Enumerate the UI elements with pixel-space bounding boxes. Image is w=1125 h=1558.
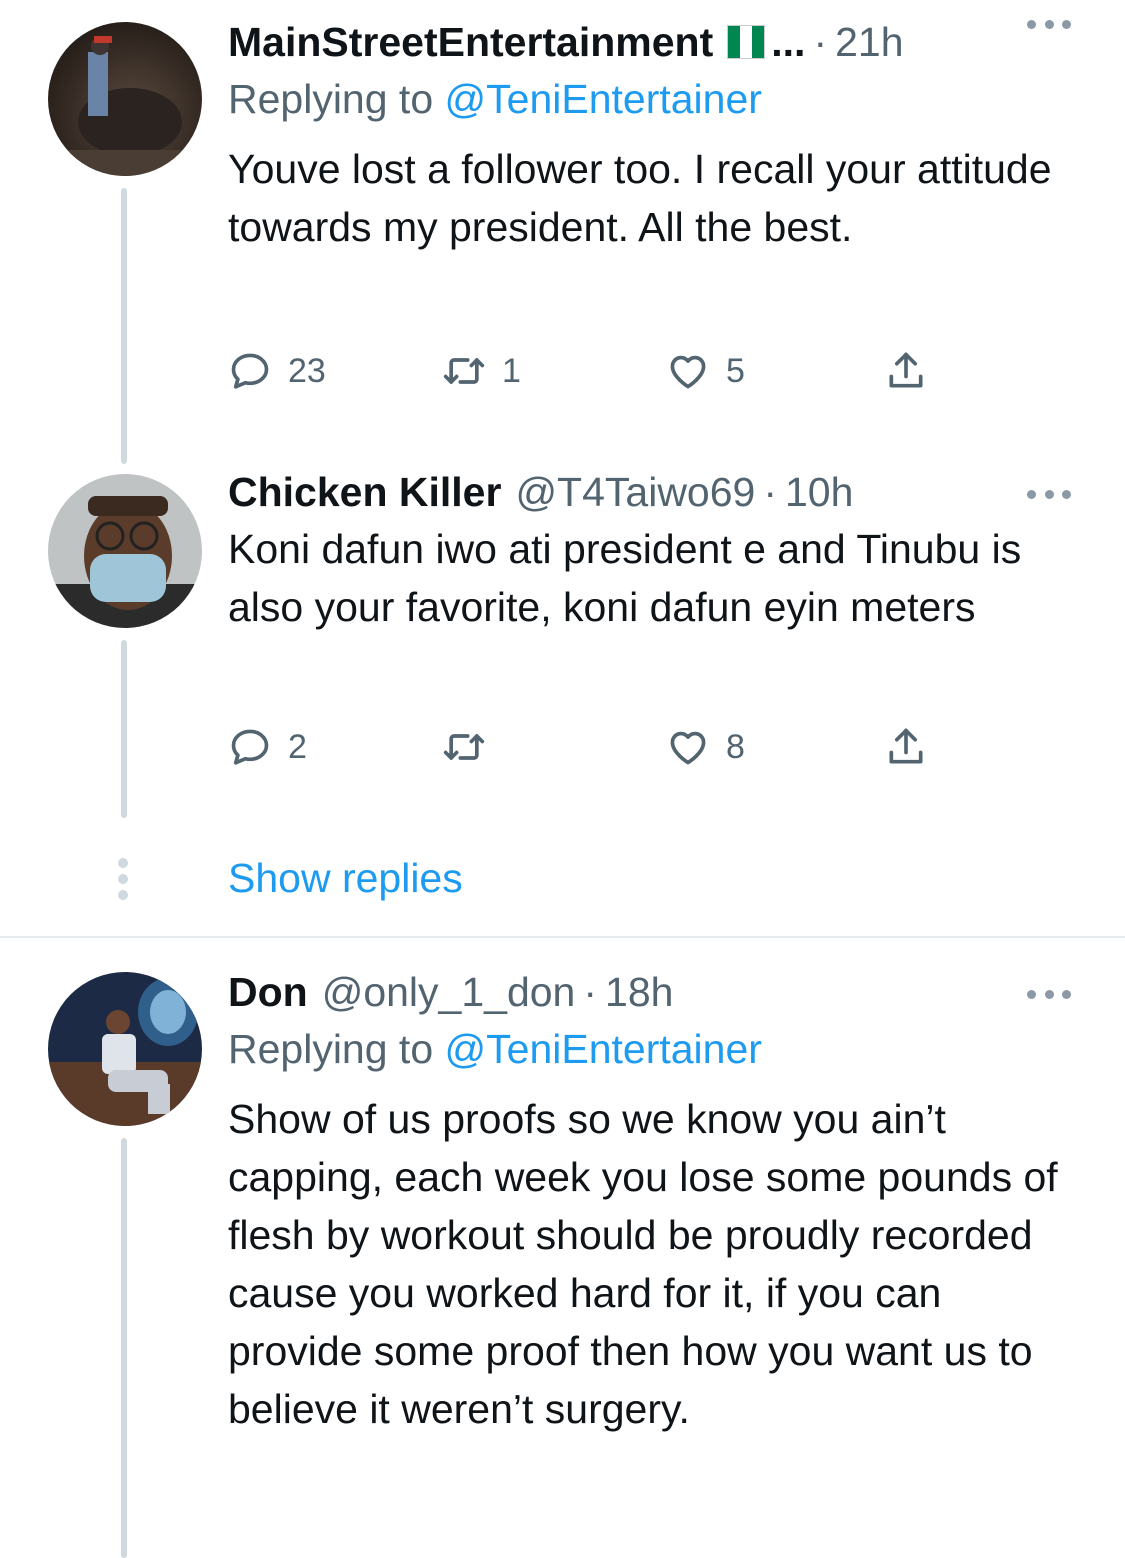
- timestamp[interactable]: 21h: [835, 14, 903, 70]
- retweet-count: 1: [502, 351, 521, 390]
- separator: ·: [813, 19, 828, 65]
- show-replies-link[interactable]: Show replies: [228, 850, 463, 906]
- separator: ·: [583, 969, 598, 1015]
- thread-line: [121, 188, 127, 464]
- mention-link[interactable]: @TeniEntertainer: [445, 1026, 762, 1072]
- more-icon[interactable]: [1027, 18, 1071, 30]
- avatar[interactable]: [48, 972, 202, 1126]
- tweet-3[interactable]: Don @only_1_don · 18h Replying to @TeniE…: [0, 938, 1125, 1558]
- tweet-text: Koni dafun iwo ati president e and Tinub…: [228, 526, 1022, 630]
- nigeria-flag-icon: [727, 25, 766, 59]
- tweet-header: Don @only_1_don · 18h: [228, 964, 1085, 1020]
- share-icon: [889, 352, 923, 388]
- tweet-text: Youve lost a follower too. I recall your…: [228, 146, 1052, 250]
- timestamp[interactable]: 18h: [605, 964, 673, 1020]
- replying-label: Replying to: [228, 1026, 434, 1072]
- mention-link[interactable]: @TeniEntertainer: [445, 76, 762, 122]
- reply-count: 23: [288, 351, 326, 390]
- reply-button[interactable]: 2: [228, 722, 307, 772]
- retweet-icon: [443, 734, 485, 760]
- display-name[interactable]: Don: [228, 964, 308, 1020]
- reply-count: 2: [288, 727, 307, 766]
- thread-line: [121, 640, 127, 818]
- user-handle[interactable]: @T4Taiwo69: [515, 464, 755, 520]
- replying-to: Replying to @TeniEntertainer: [228, 70, 1085, 128]
- replying-to: Replying to @TeniEntertainer: [228, 1020, 1085, 1078]
- avatar[interactable]: [48, 474, 202, 628]
- name-truncation: ...: [771, 19, 806, 65]
- retweet-button[interactable]: 1: [442, 346, 521, 396]
- share-button[interactable]: [884, 346, 928, 396]
- like-count: 5: [726, 351, 745, 390]
- replying-label: Replying to: [228, 76, 434, 122]
- reply-button[interactable]: 23: [228, 346, 326, 396]
- like-icon: [670, 731, 706, 765]
- avatar[interactable]: [48, 22, 202, 176]
- action-bar: 23 1 5: [228, 346, 988, 396]
- reply-icon: [231, 729, 269, 765]
- more-icon[interactable]: [1027, 488, 1071, 500]
- tweet-1[interactable]: MainStreetEntertainment ... · 21h Replyi…: [0, 0, 1125, 464]
- like-count: 8: [726, 727, 745, 766]
- like-icon: [670, 355, 706, 389]
- share-button[interactable]: [884, 722, 928, 772]
- user-handle[interactable]: @only_1_don: [322, 964, 576, 1020]
- tweet-text: Show of us proofs so we know you ain’t c…: [228, 1096, 1058, 1432]
- more-icon[interactable]: [1027, 988, 1071, 1000]
- display-name[interactable]: Chicken Killer: [228, 464, 501, 520]
- tweet-2[interactable]: Chicken Killer @T4Taiwo69 · 10h Koni daf…: [0, 460, 1125, 840]
- separator: ·: [763, 469, 777, 515]
- share-icon: [889, 728, 923, 764]
- reply-icon: [231, 353, 269, 389]
- like-button[interactable]: 8: [666, 722, 745, 772]
- retweet-button[interactable]: [442, 722, 502, 772]
- tweet-header: Chicken Killer @T4Taiwo69 · 10h: [228, 464, 1085, 520]
- retweet-icon: [443, 358, 485, 384]
- like-button[interactable]: 5: [666, 346, 745, 396]
- display-name[interactable]: MainStreetEntertainment: [228, 14, 713, 70]
- timestamp[interactable]: 10h: [785, 464, 853, 520]
- tweet-header: MainStreetEntertainment ... · 21h: [228, 14, 1085, 70]
- action-bar: 2 8: [228, 722, 988, 772]
- thread-dots: [118, 858, 130, 906]
- thread-line: [121, 1138, 127, 1558]
